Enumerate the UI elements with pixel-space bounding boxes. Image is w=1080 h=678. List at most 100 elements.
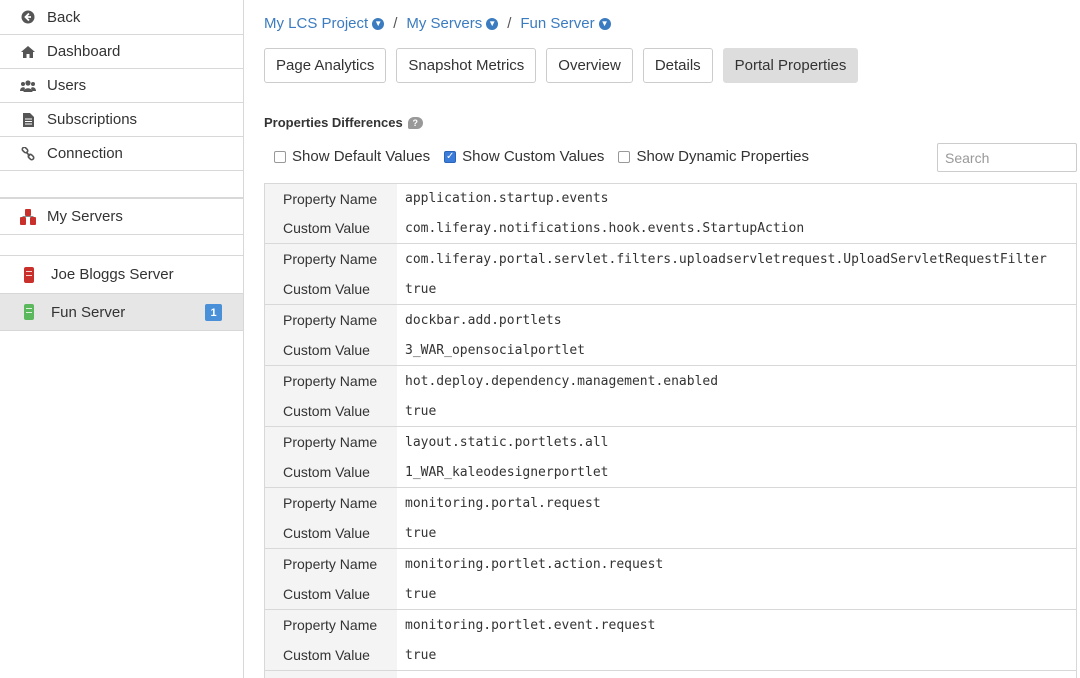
chevron-down-icon: ▼ — [486, 17, 499, 30]
servers-icon — [20, 208, 36, 225]
nav-back[interactable]: Back — [0, 0, 243, 34]
nav-connection[interactable]: Connection — [0, 136, 243, 170]
chevron-down-icon: ▼ — [372, 17, 385, 30]
custom-value-label: Custom Value — [265, 518, 397, 548]
sidebar-nav: Back Dashboard Users Subscriptions Conne… — [0, 0, 243, 171]
nav-label: Back — [47, 8, 81, 26]
section-title: Properties Differences ? — [264, 115, 423, 130]
breadcrumb-server[interactable]: Fun Server ▼ — [520, 15, 611, 32]
server-label: Joe Bloggs Server — [51, 266, 174, 283]
nav-label: Subscriptions — [47, 111, 138, 128]
property-name-value: hot.deploy.dependency.management.enabled — [405, 373, 719, 389]
table-row: Property Name hot.deploy.dependency.manag… — [265, 365, 1076, 426]
table-row: Property Name application.startup.events … — [265, 183, 1076, 243]
property-name-value: monitoring.portlet.action.request — [405, 556, 664, 572]
table-row: Property Name layout.static.portlets.all … — [265, 426, 1076, 487]
checkbox[interactable] — [274, 150, 286, 163]
server-list: Joe Bloggs Server Fun Server 1 — [0, 255, 243, 331]
property-name-label: Property Name — [265, 244, 397, 274]
checkbox[interactable] — [618, 150, 631, 163]
property-name-label: Property Name — [265, 488, 397, 518]
nav-users[interactable]: Users — [0, 68, 243, 102]
property-name-label: Property Name — [265, 366, 397, 396]
server-label: Fun Server — [51, 303, 126, 321]
filter-label: Show Custom Values — [462, 148, 605, 165]
sidebar: Back Dashboard Users Subscriptions Conne… — [0, 0, 244, 678]
breadcrumb: My LCS Project ▼ / My Servers ▼ / Fun Se… — [264, 15, 611, 32]
custom-value-label: Custom Value — [265, 274, 397, 304]
breadcrumb-my-servers[interactable]: My Servers ▼ — [406, 15, 499, 32]
breadcrumb-label: My LCS Project — [264, 15, 369, 32]
property-name-label: Property Name — [265, 549, 397, 579]
custom-value-label: Custom Value — [265, 579, 397, 609]
filter-label: Show Dynamic Properties — [636, 148, 810, 165]
custom-value-value: com.liferay.notifications.hook.events.St… — [405, 220, 805, 236]
nav-label: Users — [47, 77, 87, 94]
custom-value-value: 1_WAR_kaleodesignerportlet — [405, 464, 609, 480]
server-item-fun-server[interactable]: Fun Server 1 — [0, 293, 243, 330]
tab-details[interactable]: Details — [642, 48, 713, 83]
nav-label: My Servers — [47, 208, 123, 225]
properties-table: Property Name application.startup.events … — [264, 183, 1077, 678]
custom-value-value: 3_WAR_opensocialportlet — [405, 342, 586, 358]
my-servers-group: My Servers — [0, 197, 243, 235]
property-name-value: application.startup.events — [405, 191, 609, 206]
breadcrumb-label: My Servers — [406, 15, 483, 32]
tab-portal-properties[interactable]: Portal Properties — [722, 48, 859, 83]
checkbox[interactable]: ✓ — [444, 150, 457, 163]
tab-bar: Page Analytics Snapshot Metrics Overview… — [264, 48, 868, 83]
chevron-down-icon: ▼ — [598, 17, 611, 30]
custom-value-label: Custom Value — [265, 640, 397, 670]
breadcrumb-separator: / — [393, 15, 398, 32]
table-row: Property Name monitoring.portlet.event.re… — [265, 609, 1076, 670]
custom-value-label: Custom Value — [265, 396, 397, 426]
custom-value-value: true — [405, 525, 437, 541]
custom-value-label: Custom Value — [265, 335, 397, 365]
breadcrumb-project[interactable]: My LCS Project ▼ — [264, 15, 385, 32]
table-row: Property Name monitoring.portlet.action.r… — [265, 548, 1076, 609]
back-arrow-icon — [20, 10, 36, 24]
property-name-label: Property Name — [265, 427, 397, 457]
nav-label: Connection — [47, 145, 123, 162]
property-name-value: layout.static.portlets.all — [405, 434, 609, 450]
filter-show-default-values[interactable]: Show Default Values — [274, 148, 430, 165]
nav-my-servers[interactable]: My Servers — [0, 198, 243, 234]
table-row-partial — [265, 670, 1076, 678]
property-name-label: Property Name — [265, 305, 397, 335]
property-name-label: Property Name — [265, 610, 397, 640]
document-icon — [20, 112, 36, 127]
custom-value-value: true — [405, 281, 437, 297]
property-name-value: monitoring.portal.request — [405, 495, 601, 511]
table-row: Property Name monitoring.portal.request C… — [265, 487, 1076, 548]
nav-dashboard[interactable]: Dashboard — [0, 34, 243, 68]
filter-show-dynamic-properties[interactable]: Show Dynamic Properties — [618, 148, 809, 165]
users-icon — [20, 79, 36, 92]
table-row: Property Name com.liferay.portal.servlet.… — [265, 243, 1076, 304]
notification-badge: 1 — [205, 304, 222, 321]
custom-value-value: true — [405, 403, 437, 419]
table-row: Property Name dockbar.add.portlets Custom… — [265, 304, 1076, 365]
filter-show-custom-values[interactable]: ✓ Show Custom Values — [444, 148, 604, 165]
section-title-label: Properties Differences — [264, 115, 403, 130]
search-input[interactable] — [937, 143, 1077, 172]
custom-value-label: Custom Value — [265, 213, 397, 243]
property-name-label: Property Name — [265, 184, 397, 213]
server-item-joe-bloggs[interactable]: Joe Bloggs Server — [0, 256, 243, 293]
tab-overview[interactable]: Overview — [546, 48, 633, 83]
filter-options: Show Default Values ✓ Show Custom Values… — [274, 148, 823, 165]
nav-subscriptions[interactable]: Subscriptions — [0, 102, 243, 136]
tab-snapshot-metrics[interactable]: Snapshot Metrics — [396, 48, 537, 83]
property-name-value: dockbar.add.portlets — [405, 312, 562, 328]
breadcrumb-separator: / — [507, 15, 512, 32]
help-icon[interactable]: ? — [407, 116, 423, 129]
custom-value-value: true — [405, 586, 437, 602]
breadcrumb-label: Fun Server — [520, 15, 595, 32]
server-icon — [24, 266, 34, 283]
tab-page-analytics[interactable]: Page Analytics — [264, 48, 387, 83]
filter-label: Show Default Values — [292, 148, 431, 165]
link-icon — [20, 146, 36, 161]
server-icon — [24, 304, 34, 320]
home-icon — [20, 45, 36, 58]
nav-label: Dashboard — [47, 43, 121, 60]
property-name-value: com.liferay.portal.servlet.filters.uploa… — [405, 251, 1047, 267]
